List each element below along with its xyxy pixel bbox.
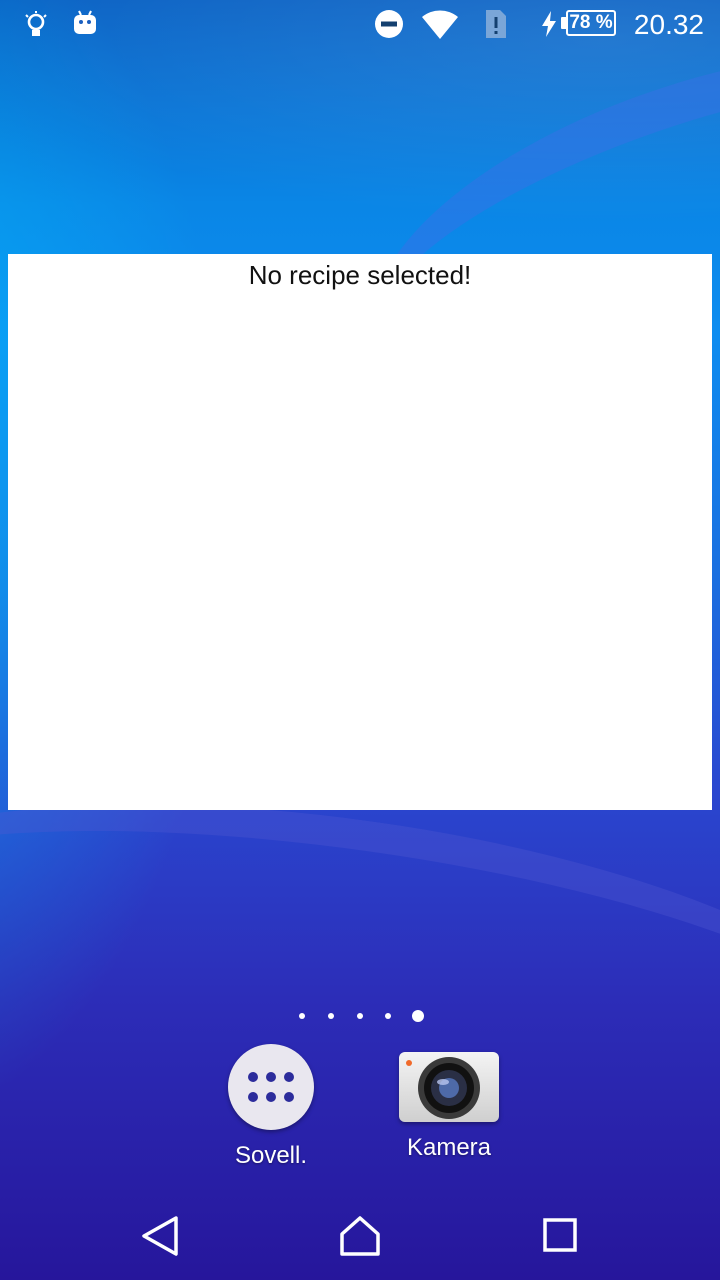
recipe-widget[interactable]: No recipe selected! [8,254,712,810]
camera-app-button[interactable]: Kamera [379,1044,519,1162]
app-drawer-label: Sovell. [234,1142,308,1169]
app-drawer-icon [228,1044,314,1130]
page-dot-active [412,1010,424,1022]
navigation-bar [0,1190,720,1280]
clock: 20.32 [633,9,704,40]
home-screen: 78 % 20.32 No recipe selected! Sovell. K… [0,0,720,1280]
android-debug-icon [74,10,96,34]
charging-icon [542,11,556,37]
lightbulb-icon [25,11,47,36]
do-not-disturb-icon [375,10,403,38]
wifi-icon [422,10,458,39]
status-bar[interactable]: 78 % 20.32 [0,0,720,48]
app-drawer-button[interactable]: Sovell. [201,1044,341,1170]
page-dot [357,1013,363,1019]
page-dot [299,1013,305,1019]
page-dot [328,1013,334,1019]
home-icon[interactable] [330,1210,390,1262]
widget-message: No recipe selected! [248,260,472,290]
sim-alert-icon [486,10,506,38]
wallpaper-wave [0,745,720,1225]
recents-icon[interactable] [530,1210,590,1262]
page-indicator [0,1008,720,1024]
back-icon[interactable] [130,1210,190,1262]
camera-icon [399,1052,499,1122]
battery-indicator: 78 % [566,10,616,36]
camera-label: Kamera [406,1134,492,1161]
page-dot [385,1013,391,1019]
